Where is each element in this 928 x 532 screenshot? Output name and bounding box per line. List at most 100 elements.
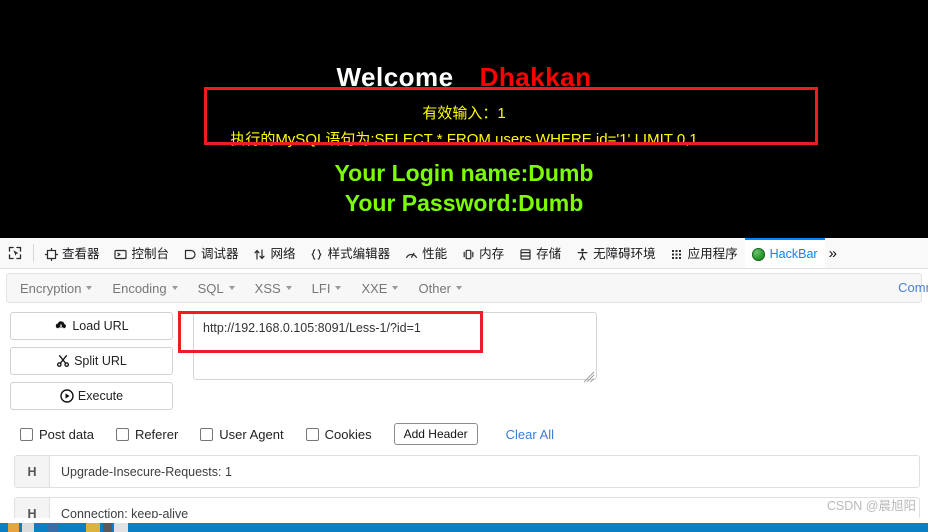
checkbox-user-agent-box[interactable] <box>200 427 214 441</box>
tab-inspector[interactable]: 查看器 <box>37 238 107 268</box>
tab-application[interactable]: 应用程序 <box>663 238 745 268</box>
checkbox-cookies-box[interactable] <box>305 427 319 441</box>
chevron-down-icon <box>392 286 399 290</box>
devtools-tab-strip: 查看器 控制台 调试器 网络 样式编辑器 性能 内存 存储 无障碍环境 应用程序… <box>0 238 928 269</box>
commit-now-link[interactable]: Commit no <box>898 280 928 295</box>
chevron-down-icon <box>285 286 292 290</box>
checkbox-referer[interactable]: Referer <box>115 427 178 442</box>
menu-xss[interactable]: XSS <box>252 278 301 299</box>
tab-console[interactable]: 控制台 <box>107 238 177 268</box>
hackbar-icon <box>752 247 766 261</box>
checkbox-user-agent[interactable]: User Agent <box>200 426 284 442</box>
checkbox-referer-box[interactable] <box>115 427 129 441</box>
tab-application-label: 应用程序 <box>687 246 738 261</box>
tab-memory-label: 内存 <box>479 246 505 261</box>
chevron-down-icon <box>171 286 178 290</box>
toolbar-separator <box>33 244 34 262</box>
page-title-name: Dhakkan <box>479 62 592 92</box>
chevron-down-icon <box>228 286 235 290</box>
play-icon <box>60 389 74 403</box>
valid-input-text: 有效输入：1 <box>422 105 506 122</box>
tab-debugger[interactable]: 调试器 <box>176 238 246 268</box>
tab-network[interactable]: 网络 <box>246 238 303 268</box>
taskbar-item[interactable] <box>8 523 19 532</box>
login-name-text: Your Login name:Dumb <box>334 160 594 186</box>
load-url-label: Load URL <box>72 319 129 333</box>
menu-lfi-label: LFI <box>311 280 331 296</box>
application-icon <box>670 247 684 261</box>
storage-icon <box>518 247 532 261</box>
checkbox-post-data-box[interactable] <box>20 427 33 441</box>
cloud-download-icon <box>54 319 68 333</box>
menu-sql[interactable]: SQL <box>195 278 244 299</box>
scissors-icon <box>56 354 70 368</box>
tab-style-editor[interactable]: 样式编辑器 <box>303 238 398 268</box>
taskbar-item[interactable] <box>114 523 128 532</box>
menu-encoding-label: Encoding <box>112 280 167 296</box>
page-title-welcome: Welcome <box>336 62 454 92</box>
checkbox-post-data[interactable]: Post data <box>20 427 94 442</box>
tab-performance[interactable]: 性能 <box>397 238 454 268</box>
taskbar-item[interactable] <box>22 523 34 532</box>
execute-label: Execute <box>77 389 124 403</box>
clear-all-link[interactable]: Clear All <box>506 427 554 442</box>
hackbar-menubar: Encryption Encoding SQL XSS LFI XXE Othe… <box>6 273 928 303</box>
header-value[interactable]: Connection: keep-alive <box>50 498 919 519</box>
chevron-down-icon <box>456 286 462 290</box>
tab-performance-label: 性能 <box>422 246 448 261</box>
load-url-button[interactable]: Load URL <box>10 312 173 340</box>
execute-button[interactable]: Execute <box>10 382 173 410</box>
checkbox-user-agent-label: User Agent <box>219 426 284 442</box>
hackbar-options-row: Post data Referer User Agent Cookies Add… <box>0 410 928 445</box>
split-url-button[interactable]: Split URL <box>10 347 173 375</box>
tab-inspector-label: 查看器 <box>62 246 100 261</box>
console-icon <box>114 247 128 261</box>
memory-icon <box>461 247 475 261</box>
page-title: Welcome Dhakkan <box>0 0 928 92</box>
menu-other[interactable]: Other <box>415 278 471 299</box>
checkbox-cookies-label: Cookies <box>324 426 372 442</box>
debugger-icon <box>183 247 197 261</box>
tab-network-label: 网络 <box>270 246 296 261</box>
tabs-overflow-chevron-icon[interactable]: » <box>825 238 845 268</box>
add-header-button[interactable]: Add Header <box>393 423 478 445</box>
screen: Welcome Dhakkan 有效输入：1 执行的MySQL语句为:SELECT… <box>0 0 928 532</box>
checkbox-cookies[interactable]: Cookies <box>305 426 372 442</box>
tab-hackbar-label: HackBar <box>769 246 818 261</box>
inspector-icon <box>44 247 58 261</box>
tab-hackbar[interactable]: HackBar <box>744 238 825 268</box>
taskbar-item[interactable] <box>103 523 112 532</box>
url-input[interactable] <box>193 312 597 380</box>
performance-icon <box>404 247 418 261</box>
header-row[interactable]: H Upgrade-Insecure-Requests: 1 <box>14 455 920 488</box>
header-type-tag: H <box>15 456 50 487</box>
tab-storage[interactable]: 存储 <box>511 238 568 268</box>
tab-style-editor-label: 样式编辑器 <box>327 246 391 261</box>
url-textarea-wrap <box>193 312 597 385</box>
menu-encryption-label: Encryption <box>20 280 82 296</box>
element-picker-icon <box>8 246 22 260</box>
menu-encryption[interactable]: Encryption <box>17 278 101 299</box>
tab-accessibility-label: 无障碍环境 <box>593 246 656 261</box>
header-value[interactable]: Upgrade-Insecure-Requests: 1 <box>50 456 919 487</box>
taskbar-item[interactable] <box>48 523 58 532</box>
menu-xss-label: XSS <box>254 280 281 296</box>
hackbar-body: Load URL Split URL Execute http://192.16… <box>0 303 928 410</box>
hackbar-url-column <box>173 312 920 410</box>
hackbar-header-list: H Upgrade-Insecure-Requests: 1 H Connect… <box>0 455 928 518</box>
password-text: Your Password:Dumb <box>344 190 584 216</box>
header-row[interactable]: H Connection: keep-alive <box>14 497 920 518</box>
menu-lfi[interactable]: LFI <box>309 278 351 299</box>
tab-console-label: 控制台 <box>131 246 170 261</box>
style-editor-icon <box>310 247 324 261</box>
menu-other-label: Other <box>418 280 451 296</box>
taskbar-item[interactable] <box>86 523 100 532</box>
element-picker-button[interactable] <box>0 238 30 268</box>
menu-sql-label: SQL <box>197 280 224 296</box>
menu-encoding[interactable]: Encoding <box>109 278 186 299</box>
menu-xxe-label: XXE <box>361 280 388 296</box>
menu-xxe[interactable]: XXE <box>358 278 407 299</box>
rendered-web-page: Welcome Dhakkan 有效输入：1 执行的MySQL语句为:SELECT… <box>0 0 928 238</box>
tab-accessibility[interactable]: 无障碍环境 <box>568 238 663 268</box>
tab-memory[interactable]: 内存 <box>454 238 511 268</box>
